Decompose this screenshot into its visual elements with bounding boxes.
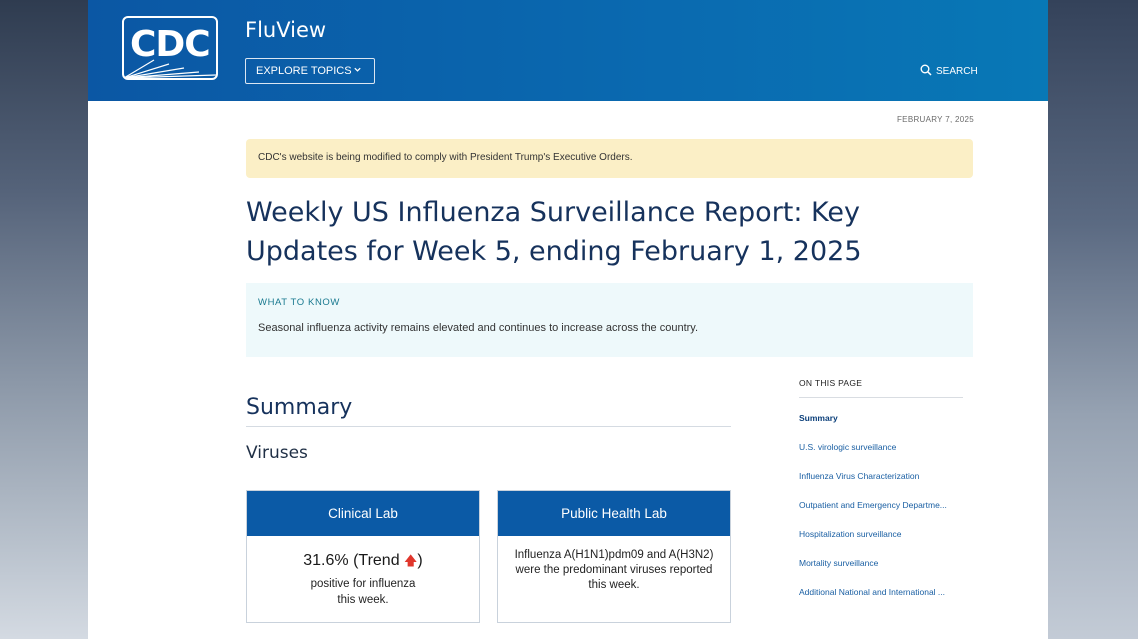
cdc-logo[interactable]: CDC bbox=[122, 16, 218, 80]
search-icon bbox=[920, 64, 932, 79]
nav-link-virus-characterization[interactable]: Influenza Virus Characterization bbox=[799, 462, 963, 491]
public-health-lab-card-title: Public Health Lab bbox=[498, 491, 730, 536]
clinical-lab-line1: positive for influenza bbox=[310, 578, 416, 590]
nav-link-virologic-surveillance[interactable]: U.S. virologic surveillance bbox=[799, 433, 963, 462]
clinical-lab-value-end: ) bbox=[417, 552, 423, 569]
publish-date: FEBRUARY 7, 2025 bbox=[897, 115, 974, 124]
public-health-lab-line3: this week. bbox=[588, 579, 640, 591]
nav-link-hospitalization[interactable]: Hospitalization surveillance bbox=[799, 520, 963, 549]
on-this-page-list: Summary U.S. virologic surveillance Infl… bbox=[799, 404, 963, 607]
chevron-down-icon bbox=[353, 65, 362, 77]
trend-up-arrow-icon: 🡅 bbox=[404, 553, 418, 568]
on-this-page-heading: ON THIS PAGE bbox=[799, 378, 963, 398]
site-title[interactable]: FluView bbox=[245, 18, 326, 42]
what-to-know-box: WHAT TO KNOW Seasonal influenza activity… bbox=[246, 283, 973, 357]
page-title-line2: Updates for Week 5, ending February 1, 2… bbox=[246, 236, 862, 267]
what-to-know-heading: WHAT TO KNOW bbox=[258, 297, 340, 308]
alert-text: CDC's website is being modified to compl… bbox=[258, 152, 633, 163]
alert-banner: CDC's website is being modified to compl… bbox=[246, 139, 973, 178]
what-to-know-text: Seasonal influenza activity remains elev… bbox=[258, 322, 699, 334]
clinical-lab-percent: 31.6% (Trend 🡅) bbox=[247, 552, 479, 574]
site-header: CDC FluView EXPLORE TOPICS SEARCH bbox=[88, 0, 1048, 101]
search-label: SEARCH bbox=[936, 66, 978, 77]
background-right bbox=[1048, 0, 1138, 639]
page-title: Weekly US Influenza Surveillance Report:… bbox=[246, 193, 966, 271]
nav-link-mortality[interactable]: Mortality surveillance bbox=[799, 549, 963, 578]
summary-heading: Summary bbox=[246, 395, 353, 420]
nav-link-additional-national[interactable]: Additional National and International ..… bbox=[799, 578, 963, 607]
clinical-lab-description: positive for influenza this week. bbox=[247, 576, 479, 608]
public-health-lab-description: Influenza A(H1N1)pdm09 and A(H3N2) were … bbox=[498, 548, 730, 593]
public-health-lab-line2: were the predominant viruses reported bbox=[515, 564, 713, 576]
explore-topics-label: EXPLORE TOPICS bbox=[256, 65, 352, 77]
clinical-lab-card: Clinical Lab 31.6% (Trend 🡅) positive fo… bbox=[246, 490, 480, 623]
clinical-lab-line2: this week. bbox=[337, 594, 389, 606]
page-title-line1: Weekly US Influenza Surveillance Report:… bbox=[246, 197, 861, 228]
background-left bbox=[0, 0, 88, 639]
logo-text: CDC bbox=[130, 24, 211, 65]
nav-link-summary[interactable]: Summary bbox=[799, 404, 963, 433]
web-page: CDC FluView EXPLORE TOPICS SEARCH FEBRUA… bbox=[88, 0, 1048, 639]
viruses-heading: Viruses bbox=[246, 443, 308, 463]
public-health-lab-line1: Influenza A(H1N1)pdm09 and A(H3N2) bbox=[514, 549, 714, 561]
explore-topics-button[interactable]: EXPLORE TOPICS bbox=[245, 58, 375, 84]
summary-divider bbox=[246, 426, 731, 427]
public-health-lab-card: Public Health Lab Influenza A(H1N1)pdm09… bbox=[497, 490, 731, 623]
clinical-lab-card-title: Clinical Lab bbox=[247, 491, 479, 536]
nav-link-outpatient-emergency[interactable]: Outpatient and Emergency Departme... bbox=[799, 491, 963, 520]
on-this-page-nav: ON THIS PAGE Summary U.S. virologic surv… bbox=[799, 378, 963, 607]
clinical-lab-value: 31.6% (Trend bbox=[303, 552, 405, 569]
search-button[interactable]: SEARCH bbox=[920, 64, 978, 79]
